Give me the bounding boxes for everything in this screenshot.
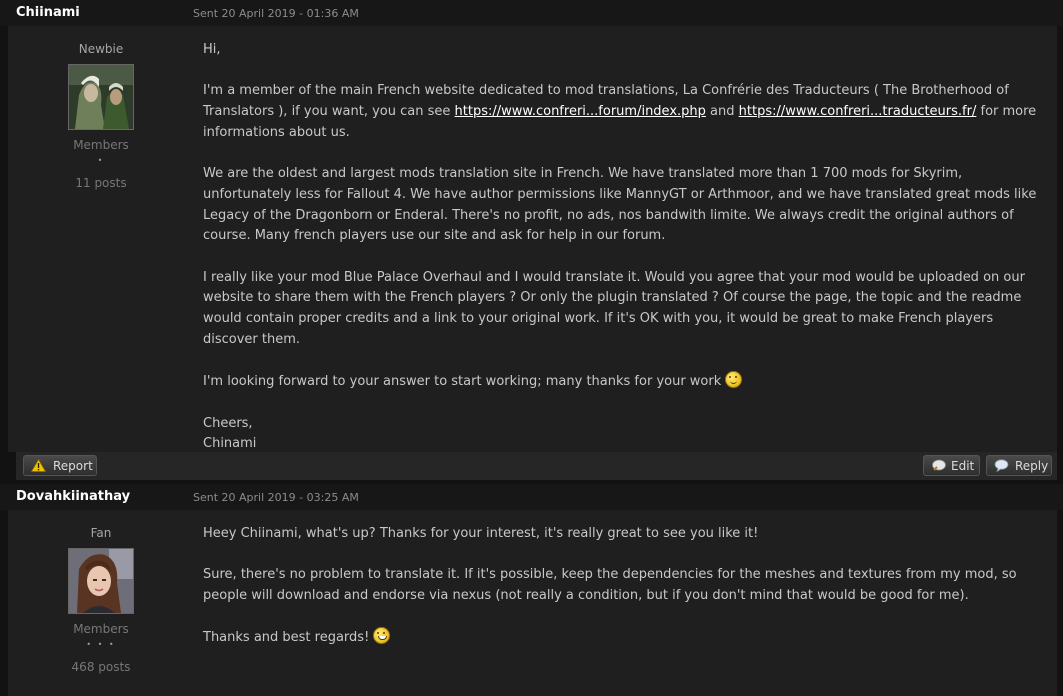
- post-header: Chiinami Sent 20 April 2019 - 01:36 AM: [0, 0, 1063, 26]
- post-body: Fan Members • • • 468 posts Heey Chiinam…: [8, 510, 1057, 696]
- post-greeting: Hi,: [203, 42, 221, 57]
- avatar[interactable]: [68, 64, 134, 130]
- member-group: Members: [73, 138, 129, 152]
- reply-paragraph-3: Thanks and best regards!: [203, 627, 1043, 649]
- post-content: Hi, I'm a member of the main French webs…: [203, 40, 1043, 455]
- post-content: Heey Chiinami, what's up? Thanks for you…: [203, 524, 1043, 670]
- post-author[interactable]: Chiinami: [16, 5, 80, 20]
- edit-button[interactable]: Edit: [923, 455, 980, 476]
- edit-icon: [932, 459, 946, 471]
- avatar[interactable]: [68, 548, 134, 614]
- post-date: Sent 20 April 2019 - 01:36 AM: [193, 7, 359, 20]
- rank-pips: •: [97, 156, 105, 165]
- reply-icon: [994, 459, 1009, 472]
- post-date: Sent 20 April 2019 - 03:25 AM: [193, 491, 359, 504]
- grin-icon: [373, 627, 391, 645]
- forum-link[interactable]: https://www.confreri...forum/index.php: [455, 104, 706, 119]
- reply-paragraph-1: Heey Chiinami, what's up? Thanks for you…: [203, 526, 759, 541]
- author-sidebar: Newbie Members • 11 posts: [16, 26, 186, 452]
- warning-icon: [31, 459, 46, 472]
- reply-label: Reply: [1015, 459, 1049, 473]
- post-dovahkiinathay: Dovahkiinathay Sent 20 April 2019 - 03:2…: [0, 484, 1063, 696]
- avatar-image: [69, 549, 133, 613]
- smiley-icon: [725, 371, 743, 389]
- post-count: 468 posts: [71, 660, 131, 674]
- member-group: Members: [73, 622, 129, 636]
- thanks-text: I'm looking forward to your answer to st…: [203, 374, 722, 390]
- post-author[interactable]: Dovahkiinathay: [16, 489, 130, 504]
- post-paragraph-about: We are the oldest and largest mods trans…: [203, 166, 1037, 244]
- post-count: 11 posts: [75, 176, 127, 190]
- post-paragraph-intro: I'm a member of the main French website …: [203, 81, 1043, 143]
- member-rank: Newbie: [78, 42, 124, 56]
- post-paragraph-request: I really like your mod Blue Palace Overh…: [203, 269, 1025, 347]
- post-controls: Report Edit Reply: [16, 452, 1057, 480]
- and-text: and: [710, 104, 735, 120]
- regards-text: Thanks and best regards!: [203, 630, 370, 646]
- edit-label: Edit: [951, 459, 975, 473]
- post-body: Newbie Members • 11 posts Hi, I'm a memb…: [8, 26, 1057, 452]
- reply-paragraph-2: Sure, there's no problem to translate it…: [203, 567, 1017, 604]
- post-paragraph-thanks: I'm looking forward to your answer to st…: [203, 371, 1043, 393]
- reply-button[interactable]: Reply: [986, 455, 1052, 476]
- report-label: Report: [53, 459, 93, 473]
- report-button[interactable]: Report: [23, 455, 97, 476]
- post-chiinami: Chiinami Sent 20 April 2019 - 01:36 AM N…: [0, 0, 1063, 484]
- author-sidebar: Fan Members • • • 468 posts: [16, 510, 186, 696]
- avatar-image: [69, 65, 133, 129]
- rank-pips: • • •: [86, 640, 116, 649]
- signature-line-1: Cheers,: [203, 415, 253, 431]
- site-link[interactable]: https://www.confreri...traducteurs.fr/: [739, 104, 977, 119]
- post-header: Dovahkiinathay Sent 20 April 2019 - 03:2…: [0, 484, 1063, 510]
- member-rank: Fan: [90, 526, 112, 540]
